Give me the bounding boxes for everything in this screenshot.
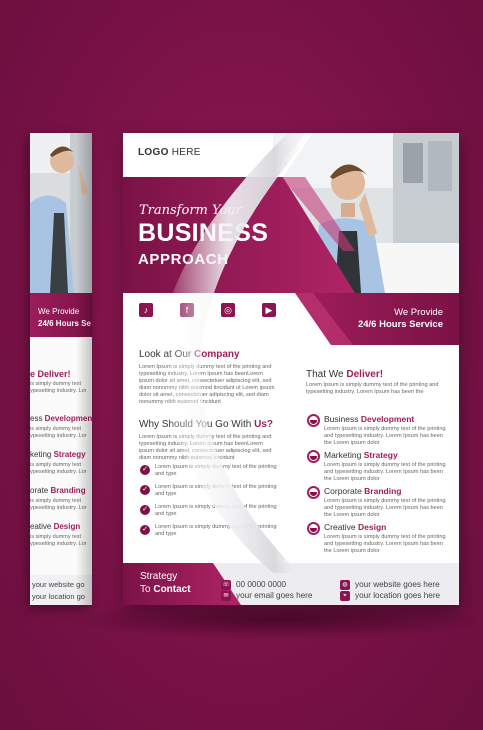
- rolled-lorem: is simply dummy text: [30, 426, 82, 432]
- rolled-service-title: keting Strategy: [30, 450, 86, 459]
- phone-number: 00 0000 0000: [236, 580, 287, 589]
- rolled-lorem: is simply dummy text: [30, 462, 82, 468]
- service-icon: [307, 486, 320, 499]
- service-text: Lorem Ipsum is simply dummy text of the …: [324, 426, 446, 446]
- email-address: your email goes here: [236, 591, 313, 600]
- contact-label: To Contact: [140, 584, 191, 595]
- deliver-text: Lorem Ipsum is simply dummy text of the …: [306, 382, 439, 395]
- subheadline: APPROACH: [138, 251, 229, 268]
- youtube-icon: ▶: [262, 303, 276, 317]
- tagline-script: Transform Your: [139, 203, 242, 218]
- service-title: Marketing Strategy: [324, 450, 398, 460]
- check-item-text: Lorem Ipsum is simply dummy text of the …: [155, 464, 277, 477]
- instagram-icon: ◎: [221, 303, 235, 317]
- website-address: your website goes here: [355, 580, 440, 589]
- rolled-service-title: orate Branding: [30, 486, 86, 495]
- headline: BUSINESS: [138, 219, 269, 247]
- rolled-location: your location go: [32, 592, 85, 601]
- rolled-lorem: ypesetting industry. Lor: [30, 433, 87, 439]
- rolled-lorem: ypesetting industry. Lor: [30, 469, 87, 475]
- main-flyer: LOGO HERE Transform Your BUSINESS APPROA…: [123, 133, 459, 605]
- rolled-lorem: ypesetting industry. Lor: [30, 388, 87, 394]
- rolled-lorem: ypesetting industry. Lor: [30, 505, 87, 511]
- rolled-flyer: We Provide 24/6 Hours Se e Deliver! is s…: [30, 133, 92, 605]
- service-title: Business Development: [324, 414, 415, 424]
- service-icon: [307, 522, 320, 535]
- strategy-label: Strategy: [140, 571, 178, 582]
- rolled-service-title: eative Design: [30, 522, 81, 531]
- facebook-icon: f: [180, 303, 194, 317]
- check-icon: ✓: [140, 505, 150, 515]
- rolled-service-title: ess Development: [30, 414, 92, 423]
- email-icon: ✉: [221, 591, 231, 601]
- rolled-lorem: is simply dummy text: [30, 498, 82, 504]
- service-title: Corporate Branding: [324, 486, 402, 496]
- check-icon: ✓: [140, 485, 150, 495]
- company-heading: Look at Our Company: [139, 349, 240, 360]
- rolled-deliver-heading: e Deliver!: [30, 369, 71, 379]
- rolled-lorem: is simply dummy text: [30, 534, 82, 540]
- service-icon: [307, 414, 320, 427]
- rolled-hours-label: 24/6 Hours Se: [38, 319, 91, 328]
- check-item-text: Lorem Ipsum is simply dummy text of the …: [155, 484, 277, 497]
- check-icon: ✓: [140, 465, 150, 475]
- service-icon: [307, 450, 320, 463]
- tiktok-icon: ♪: [139, 303, 153, 317]
- phone-icon: ☏: [221, 580, 231, 590]
- location-address: your location goes here: [355, 591, 441, 600]
- rolled-footer: your website go your location go: [30, 575, 92, 605]
- rolled-flyer-photo: [30, 133, 92, 293]
- check-item-text: Lorem Ipsum is simply dummy text of the …: [155, 524, 277, 537]
- floor-shadow: [70, 600, 483, 640]
- hours-service-label: 24/6 Hours Service: [357, 319, 443, 330]
- we-provide-label: We Provide: [394, 307, 443, 318]
- globe-icon: ◍: [340, 580, 350, 590]
- check-icon: ✓: [140, 525, 150, 535]
- company-text: Lorem Ipsum is simply dummy text of the …: [139, 364, 275, 405]
- service-text: Lorem Ipsum is simply dummy text of the …: [324, 534, 446, 554]
- rolled-flyer-band: We Provide 24/6 Hours Se: [30, 293, 92, 337]
- location-icon: ⌖: [340, 591, 350, 601]
- rolled-lorem: ypesetting industry. Lor: [30, 541, 87, 547]
- service-title: Creative Design: [324, 522, 387, 532]
- logo-text: LOGO HERE: [138, 147, 201, 158]
- why-heading: Why Should You Go With Us?: [139, 419, 273, 430]
- rolled-website: your website go: [32, 580, 85, 589]
- rolled-provide-label: We Provide: [38, 307, 80, 316]
- service-text: Lorem Ipsum is simply dummy text of the …: [324, 462, 446, 482]
- rolled-lorem: is simply dummy text: [30, 381, 82, 387]
- deliver-heading: That We Deliver!: [306, 369, 384, 380]
- why-text: Lorem Ipsum is simply dummy text of the …: [139, 434, 272, 461]
- service-text: Lorem Ipsum is simply dummy text of the …: [324, 498, 446, 518]
- check-item-text: Lorem Ipsum is simply dummy text of the …: [155, 504, 277, 517]
